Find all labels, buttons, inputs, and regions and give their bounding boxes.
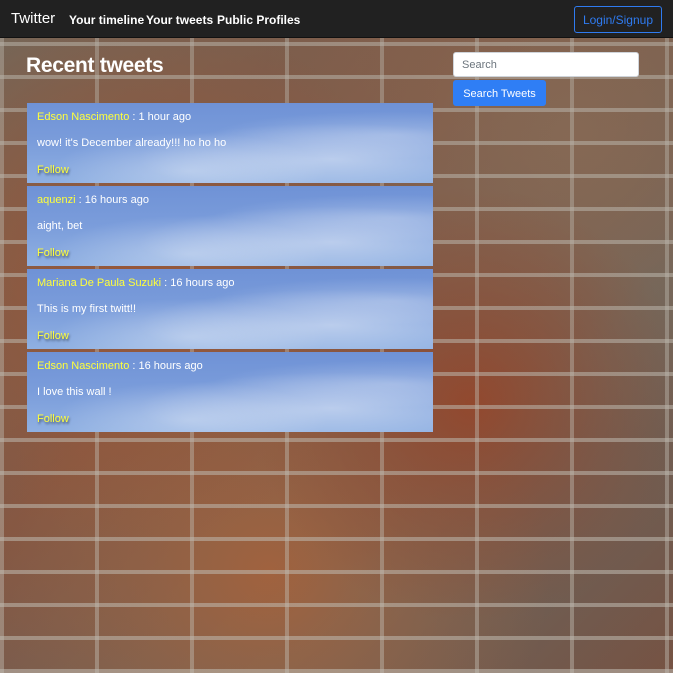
top-navbar: Twitter Your timeline Your tweets Public… (0, 0, 673, 38)
follow-button[interactable]: Follow (37, 163, 69, 177)
tweet-header: Edson Nascimento : 1 hour ago (37, 110, 191, 124)
tweet-text: I love this wall ! (37, 386, 112, 398)
tweet-separator: : (75, 194, 85, 206)
tweet-timestamp: 16 hours ago (84, 194, 149, 206)
tweet-text: aight, bet (37, 220, 83, 232)
tweet-card: Mariana De Paula Suzuki : 16 hours ago T… (27, 269, 433, 349)
tweet-author-link[interactable]: Edson Nascimento (37, 111, 129, 123)
tweet-list: Edson Nascimento : 1 hour ago wow! it's … (27, 103, 433, 435)
tweet-card: Edson Nascimento : 1 hour ago wow! it's … (27, 103, 433, 183)
tweet-card: Edson Nascimento : 16 hours ago I love t… (27, 352, 433, 432)
follow-button[interactable]: Follow (37, 246, 69, 260)
tweet-header: Mariana De Paula Suzuki : 16 hours ago (37, 276, 235, 290)
tweet-text: This is my first twitt!! (37, 303, 136, 315)
nav-your-timeline[interactable]: Your timeline (69, 12, 144, 28)
tweet-author-link[interactable]: Mariana De Paula Suzuki (37, 277, 161, 289)
tweet-separator: : (129, 360, 139, 372)
follow-button[interactable]: Follow (37, 329, 69, 343)
tweet-separator: : (129, 111, 139, 123)
search-tweets-button[interactable]: Search Tweets (453, 80, 546, 106)
page-title: Recent tweets (26, 54, 164, 77)
tweet-timestamp: 1 hour ago (138, 111, 192, 123)
tweet-separator: : (161, 277, 171, 289)
nav-your-tweets[interactable]: Your tweets (146, 12, 213, 28)
tweet-timestamp: 16 hours ago (170, 277, 235, 289)
tweet-author-link[interactable]: Edson Nascimento (37, 360, 129, 372)
brand-logo[interactable]: Twitter (11, 10, 55, 28)
nav-public-profiles[interactable]: Public Profiles (217, 12, 300, 28)
search-input[interactable] (453, 52, 639, 77)
tweet-header: aquenzi : 16 hours ago (37, 193, 149, 207)
follow-button[interactable]: Follow (37, 412, 69, 426)
tweet-header: Edson Nascimento : 16 hours ago (37, 359, 203, 373)
login-signup-button[interactable]: Login/Signup (573, 6, 662, 33)
tweet-timestamp: 16 hours ago (138, 360, 203, 372)
tweet-author-link[interactable]: aquenzi (37, 194, 76, 206)
tweet-text: wow! it's December already!!! ho ho ho (37, 137, 227, 149)
tweet-card: aquenzi : 16 hours ago aight, bet Follow (27, 186, 433, 266)
